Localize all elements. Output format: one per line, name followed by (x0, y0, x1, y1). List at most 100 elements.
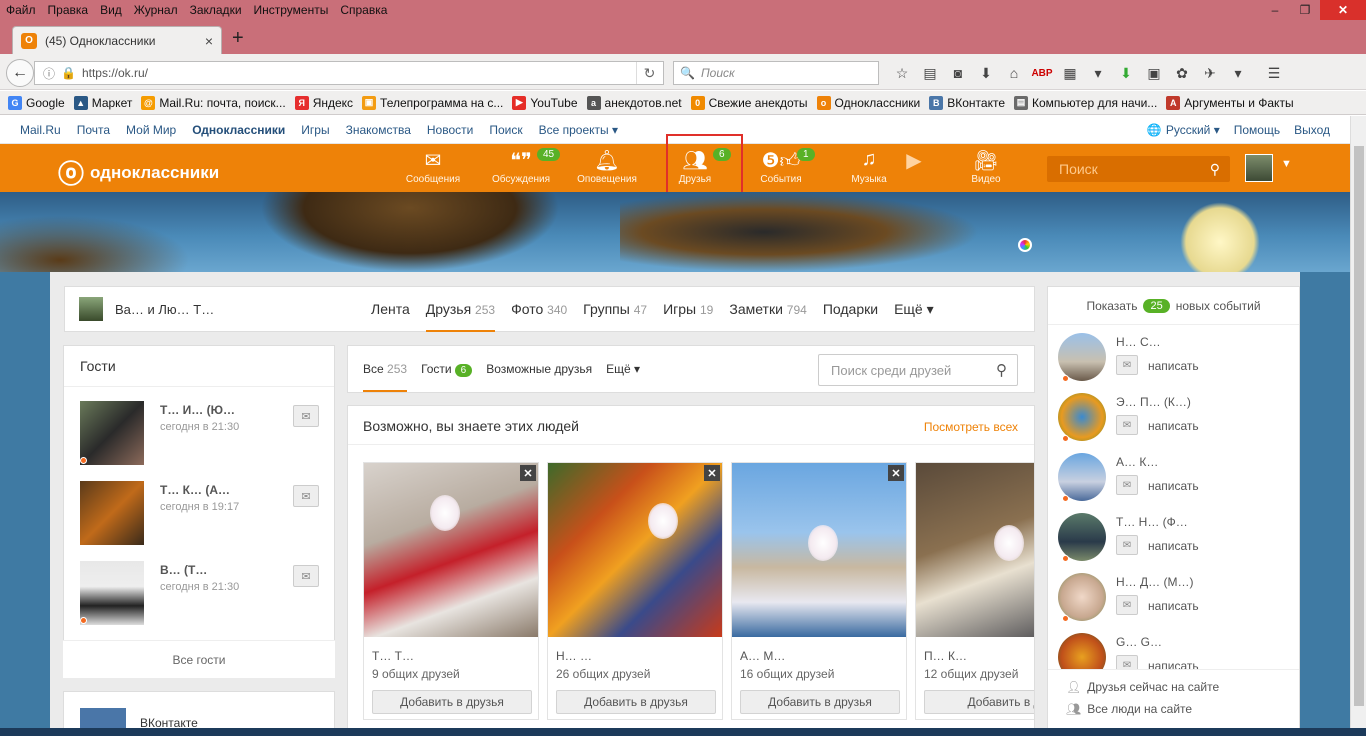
online-friend[interactable]: Н… С… ✉ написать (1058, 333, 1298, 393)
menu-tools[interactable]: Инструменты (248, 0, 335, 17)
bookmark-anekdotov[interactable]: a анекдотов.net (586, 95, 682, 110)
filter-more[interactable]: Ещё ▾ (606, 362, 640, 376)
menu-history[interactable]: Журнал (128, 0, 184, 17)
dismiss-icon[interactable]: ✕ (704, 465, 720, 481)
bookmark-google[interactable]: G Google (8, 95, 65, 110)
adblock-icon[interactable]: ABP (1028, 68, 1056, 79)
home-icon[interactable]: ⌂ (1000, 65, 1028, 81)
write-link[interactable]: написать (1148, 599, 1199, 613)
write-link[interactable]: написать (1148, 539, 1199, 553)
tab-feed[interactable]: Лента (371, 301, 410, 317)
write-link[interactable]: написать (1148, 479, 1199, 493)
theme-picker-icon[interactable] (1018, 238, 1032, 252)
friend-name[interactable]: Н… Д… (М…) (1116, 575, 1193, 589)
friend-name[interactable]: Н… С… (1116, 335, 1161, 349)
tab-photos[interactable]: Фото 340 (511, 301, 567, 317)
guest-photo[interactable] (80, 561, 144, 625)
reading-list-icon[interactable]: ▤ (916, 65, 944, 82)
bookmark-computer[interactable]: ▤ Компьютер для начи... (1014, 95, 1157, 110)
message-icon[interactable]: ✉ (293, 565, 319, 587)
menu-view[interactable]: Вид (94, 0, 128, 17)
tab-close-icon[interactable]: × (205, 33, 213, 49)
bookmark-tv[interactable]: ▣ Телепрограмма на с... (362, 95, 503, 110)
nav-messages[interactable]: ✉ Сообщения (393, 148, 473, 185)
tab-gifts[interactable]: Подарки (823, 301, 878, 317)
download-icon[interactable]: ⬇ (972, 65, 1000, 82)
all-online-link[interactable]: 👥︎ Все люди на сайте (1066, 702, 1192, 716)
menu-file[interactable]: Файл (0, 0, 42, 17)
person-name[interactable]: Т… Т… (372, 649, 414, 663)
message-icon[interactable]: ✉ (293, 405, 319, 427)
user-avatar[interactable] (1245, 154, 1273, 182)
profile-thumbnail[interactable] (79, 297, 103, 321)
hamburger-menu-icon[interactable]: ☰ (1260, 65, 1288, 82)
help-link[interactable]: Помощь (1234, 123, 1280, 137)
bookmark-aif[interactable]: A Аргументы и Факты (1166, 95, 1294, 110)
online-friend[interactable]: Э… П… (К…) ✉ написать (1058, 393, 1298, 453)
url-bar[interactable]: ⓘ 🔒 https://ok.ru/ (34, 61, 664, 85)
nav-discussions[interactable]: ❝❞ 45 Обсуждения (481, 148, 561, 185)
bookmark-youtube[interactable]: ▶ YouTube (512, 95, 578, 110)
friend-name[interactable]: Э… П… (К…) (1116, 395, 1191, 409)
tab-friends[interactable]: Друзья 253 (425, 286, 496, 332)
browser-search-input[interactable]: 🔍 Поиск (673, 61, 879, 85)
avatar-dropdown-icon[interactable]: ▼ (1281, 158, 1292, 170)
scrollbar-thumb[interactable] (1354, 146, 1364, 706)
all-guests-link[interactable]: Все гости (63, 640, 335, 678)
add-friend-button[interactable]: Добавить в д (924, 690, 1034, 714)
bookmark-market[interactable]: ▲ Маркет (73, 95, 132, 110)
link-search[interactable]: Поиск (489, 123, 522, 137)
person-photo[interactable] (732, 463, 906, 637)
see-all-link[interactable]: Посмотреть всех (924, 420, 1018, 434)
online-friend[interactable]: Т… Н… (Ф… ✉ написать (1058, 513, 1298, 573)
new-tab-button[interactable]: + (232, 27, 244, 50)
friend-name[interactable]: Т… Н… (Ф… (1116, 515, 1188, 529)
close-window-button[interactable]: ✕ (1320, 0, 1366, 20)
new-events-button[interactable]: Показать 25 новых событий (1048, 287, 1299, 325)
friend-avatar[interactable] (1058, 393, 1106, 441)
friend-name[interactable]: G… G… (1116, 635, 1162, 649)
guest-name[interactable]: Т… К… (А… (160, 483, 230, 497)
nav-video[interactable]: 🎥︎ Видео (946, 148, 1026, 185)
ok-logo[interactable]: ⓞ одноклассники (58, 154, 219, 191)
ok-search-input[interactable]: Поиск ⚲ (1047, 156, 1230, 182)
link-news[interactable]: Новости (427, 123, 473, 137)
person-name[interactable]: П… К… (924, 649, 967, 663)
write-link[interactable]: написать (1148, 359, 1199, 373)
add-friend-button[interactable]: Добавить в друзья (740, 690, 900, 714)
nav-notifications[interactable]: 🔔︎ Оповещения (567, 148, 647, 185)
link-games[interactable]: Игры (301, 123, 329, 137)
menu-help[interactable]: Справка (334, 0, 393, 17)
filter-possible[interactable]: Возможные друзья (486, 362, 592, 376)
language-select[interactable]: Русский ▾ (1166, 123, 1220, 137)
message-icon[interactable]: ✉ (1116, 595, 1138, 615)
link-mailru[interactable]: Mail.Ru (20, 123, 61, 137)
extension2-icon[interactable]: ▣ (1140, 65, 1168, 82)
reload-button[interactable]: ↻ (636, 62, 662, 84)
restore-button[interactable]: ❐ (1290, 0, 1320, 20)
friend-avatar[interactable] (1058, 573, 1106, 621)
person-photo[interactable] (364, 463, 538, 637)
bookmark-yandex[interactable]: Я Яндекс (294, 95, 353, 110)
guest-item[interactable]: Т… И… (Ю… сегодня в 21:30 ✉ (80, 401, 320, 465)
add-friend-button[interactable]: Добавить в друзья (556, 690, 716, 714)
tab-groups[interactable]: Группы 47 (583, 301, 647, 317)
message-icon[interactable]: ✉ (1116, 355, 1138, 375)
guest-photo[interactable] (80, 401, 144, 465)
minimize-button[interactable]: – (1260, 0, 1290, 20)
message-icon[interactable]: ✉ (1116, 475, 1138, 495)
guest-item[interactable]: В… (Т… сегодня в 21:30 ✉ (80, 561, 320, 625)
tab-games[interactable]: Игры 19 (663, 301, 713, 317)
tab-more[interactable]: Ещё ▾ (894, 301, 934, 318)
friend-avatar[interactable] (1058, 513, 1106, 561)
guest-photo[interactable] (80, 481, 144, 545)
person-photo[interactable] (916, 463, 1034, 637)
menu-bookmarks[interactable]: Закладки (184, 0, 248, 17)
online-friend[interactable]: А… К… ✉ написать (1058, 453, 1298, 513)
message-icon[interactable]: ✉ (1116, 535, 1138, 555)
add-friend-button[interactable]: Добавить в друзья (372, 690, 532, 714)
guest-item[interactable]: Т… К… (А… сегодня в 19:17 ✉ (80, 481, 320, 545)
download-green-icon[interactable]: ⬇ (1112, 65, 1140, 82)
link-myworld[interactable]: Мой Мир (126, 123, 176, 137)
friend-name[interactable]: А… К… (1116, 455, 1158, 469)
